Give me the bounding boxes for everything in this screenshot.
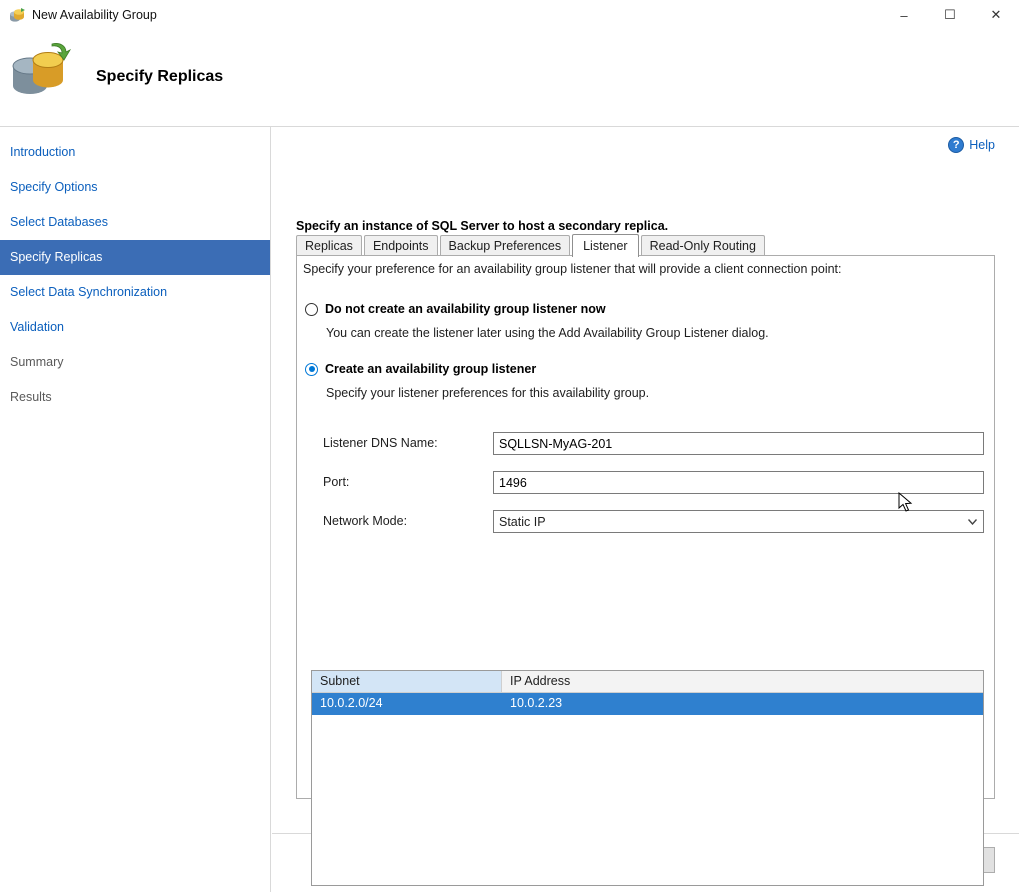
replicas-database-icon [8,40,74,102]
radio-no-listener[interactable]: Do not create an availability group list… [305,302,606,316]
minimize-button[interactable]: – [881,0,927,30]
new-availability-group-window: New Availability Group – ☐ ✕ Specify Rep… [0,0,1019,892]
radio-create-listener[interactable]: Create an availability group listener [305,362,536,376]
cell-subnet: 10.0.2.0/24 [312,693,502,715]
network-mode-value: Static IP [499,515,546,529]
maximize-button[interactable]: ☐ [927,0,973,30]
instruction-text: Specify an instance of SQL Server to hos… [296,219,668,233]
column-header-ip-address[interactable]: IP Address [502,671,983,692]
help-link[interactable]: ? Help [948,137,995,153]
page-title: Specify Replicas [96,68,223,86]
tab-backup-preferences[interactable]: Backup Preferences [440,235,571,256]
sidebar-item-results: Results [0,380,270,415]
grid-header: Subnet IP Address [312,671,983,693]
ip-address-grid: Subnet IP Address 10.0.2.0/24 10.0.2.23 [311,670,984,886]
radio-no-listener-label: Do not create an availability group list… [325,302,606,316]
sidebar-item-introduction[interactable]: Introduction [0,135,270,170]
listener-description: Specify your preference for an availabil… [303,262,986,276]
window-title: New Availability Group [32,8,157,22]
sidebar-item-specify-options[interactable]: Specify Options [0,170,270,205]
wizard-header: Specify Replicas [0,30,1019,126]
tab-strip: Replicas Endpoints Backup Preferences Li… [296,233,995,255]
sidebar-item-select-data-synchronization[interactable]: Select Data Synchronization [0,275,270,310]
chevron-down-icon[interactable] [962,512,982,531]
title-bar: New Availability Group – ☐ ✕ [0,0,1019,30]
wizard-steps-sidebar: Introduction Specify Options Select Data… [0,127,271,892]
tab-endpoints[interactable]: Endpoints [364,235,438,256]
sidebar-item-specify-replicas[interactable]: Specify Replicas [0,240,270,275]
radio-no-listener-subtext: You can create the listener later using … [326,326,769,340]
listener-tab-panel: Specify your preference for an availabil… [296,255,995,799]
port-input[interactable] [493,471,984,494]
dns-name-input[interactable] [493,432,984,455]
help-label: Help [969,138,995,152]
help-icon: ? [948,137,964,153]
table-row[interactable]: 10.0.2.0/24 10.0.2.23 [312,693,983,715]
cell-ip-address: 10.0.2.23 [502,693,983,715]
radio-create-listener-circle-icon[interactable] [305,363,318,376]
dns-name-label: Listener DNS Name: [323,436,438,450]
radio-no-listener-circle-icon[interactable] [305,303,318,316]
port-label: Port: [323,475,349,489]
tab-read-only-routing[interactable]: Read-Only Routing [641,235,765,256]
sidebar-item-validation[interactable]: Validation [0,310,270,345]
network-mode-label: Network Mode: [323,514,407,528]
main-panel: ? Help Specify an instance of SQL Server… [272,127,1019,892]
network-mode-dropdown[interactable]: Static IP [493,510,984,533]
radio-create-listener-subtext: Specify your listener preferences for th… [326,386,649,400]
sidebar-item-select-databases[interactable]: Select Databases [0,205,270,240]
radio-create-listener-label: Create an availability group listener [325,362,536,376]
tab-listener[interactable]: Listener [572,234,638,257]
app-icon [8,7,26,23]
close-button[interactable]: ✕ [973,0,1019,30]
column-header-subnet[interactable]: Subnet [312,671,502,692]
sidebar-item-summary: Summary [0,345,270,380]
tab-replicas[interactable]: Replicas [296,235,362,256]
